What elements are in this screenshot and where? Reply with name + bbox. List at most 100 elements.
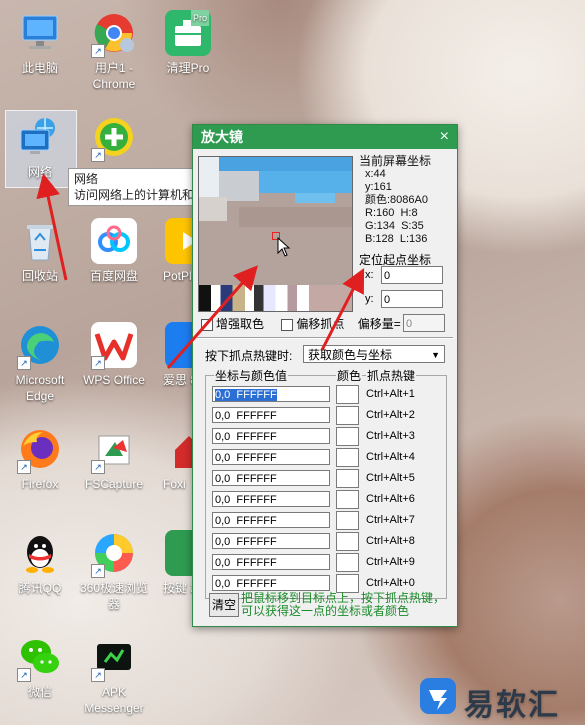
desktop-icon-apk-messenger[interactable]: ↗ APK Messenger	[79, 634, 149, 716]
coord-x: x:44	[365, 168, 386, 180]
origin-x-input[interactable]: 0	[381, 266, 443, 284]
shortcut-arrow-icon: ↗	[91, 44, 105, 58]
shortcut-arrow-icon: ↗	[91, 460, 105, 474]
slot-hotkey: Ctrl+Alt+3	[366, 430, 415, 442]
desktop-icon-label: 微信	[27, 685, 52, 699]
slot-color-swatch	[336, 553, 359, 572]
recycle-bin-icon	[17, 218, 63, 264]
coord-y: y:161	[365, 181, 392, 193]
desktop-icon-label: Firefox	[21, 477, 59, 491]
slot-value[interactable]: 0,0 FFFFFF	[212, 428, 330, 444]
slot-value-text: 0,0 FFFFFF	[215, 389, 277, 401]
tooltip-title: 网络	[74, 172, 99, 186]
hotkey-action-select[interactable]: 获取颜色与坐标 ▼	[303, 345, 445, 363]
slot-value[interactable]: 0,0 FFFFFF	[212, 491, 330, 507]
screen-coord-panel: 当前屏幕坐标 x:44 y:161 颜色:8086A0 R:160 H:8 G:…	[359, 155, 431, 246]
desktop-icon-label: APK Messenger	[84, 685, 144, 715]
slot-hotkey: Ctrl+Alt+9	[366, 556, 415, 568]
desktop-icon-edge[interactable]: ↗ Microsoft Edge	[5, 322, 75, 404]
slot-hotkey: Ctrl+Alt+0	[366, 577, 415, 589]
plus-app-icon: ↗	[91, 114, 137, 162]
slot-color-swatch	[336, 406, 359, 425]
desktop-icon-label: 百度网盘	[89, 269, 138, 283]
clear-button[interactable]: 清空	[209, 593, 239, 617]
slot-color-swatch	[336, 511, 359, 530]
slot-value[interactable]: 0,0 FFFFFF	[212, 533, 330, 549]
desktop-icon-label: 360极速浏览器	[79, 581, 149, 611]
desktop-icon-360-browser[interactable]: ↗ 360极速浏览器	[79, 530, 149, 612]
slot-hotkey: Ctrl+Alt+1	[366, 388, 415, 400]
this-pc-icon	[17, 10, 63, 56]
zoom-preview-sky-block	[295, 193, 335, 203]
hotkey-action-value: 获取颜色与坐标	[308, 348, 393, 362]
chrome-icon: ↗	[91, 10, 137, 58]
shortcut-arrow-icon: ↗	[17, 356, 31, 370]
slot-hotkey: Ctrl+Alt+2	[366, 409, 415, 421]
slot-value[interactable]: 0,0 FFFFFF	[212, 512, 330, 528]
desktop-icon-network[interactable]: 网络	[5, 114, 75, 180]
s-value: S:35	[401, 220, 424, 232]
slot-color-swatch	[336, 490, 359, 509]
origin-y-label: y:	[365, 293, 374, 305]
slot-value[interactable]: 0,0 FFFFFF	[212, 554, 330, 570]
offset-grab-checkbox[interactable]: 偏移抓点	[281, 317, 344, 331]
slot-value[interactable]: 0,0 FFFFFF	[212, 386, 330, 402]
shortcut-arrow-icon: ↗	[91, 668, 105, 682]
desktop-icon-qq[interactable]: 腾讯QQ	[5, 530, 75, 596]
desktop-icon-recycle-bin[interactable]: 回收站	[5, 218, 75, 284]
slot-color-swatch	[336, 469, 359, 488]
network-icon	[17, 114, 63, 160]
desktop-icon-wechat[interactable]: ↗ 微信	[5, 634, 75, 700]
desktop-icon-plus-app[interactable]: ↗	[79, 114, 149, 164]
desktop-icon-label: 清理Pro	[166, 61, 210, 75]
slot-color-swatch	[336, 385, 359, 404]
shortcut-arrow-icon: ↗	[91, 148, 105, 162]
enhance-color-checkbox[interactable]: 增强取色	[201, 317, 264, 331]
hint-text: 把鼠标移到目标点上，按下抓点热键， 可以获得这一点的坐标或者颜色	[241, 592, 445, 618]
slot-value[interactable]: 0,0 FFFFFF	[212, 575, 330, 591]
slot-value[interactable]: 0,0 FFFFFF	[212, 407, 330, 423]
zoom-preview-gray-block	[199, 197, 227, 221]
desktop-icon-baidu-netdisk[interactable]: 百度网盘	[79, 218, 149, 284]
rgb-g-s: G:134 S:35	[359, 220, 431, 233]
cursor-icon	[277, 237, 291, 257]
wps-office-icon: ↗	[91, 322, 137, 370]
desktop-icon-label: 腾讯QQ	[18, 581, 62, 595]
hint-line-2: 可以获得这一点的坐标或者颜色	[241, 604, 410, 618]
slot-color-swatch	[336, 427, 359, 446]
slot-value[interactable]: 0,0 FFFFFF	[212, 449, 330, 465]
desktop-icon-label: WPS Office	[83, 373, 145, 387]
enhance-color-label: 增强取色	[216, 317, 265, 331]
divider	[197, 337, 453, 339]
desktop-icon-chrome[interactable]: ↗ 用户1 - Chrome	[79, 10, 149, 92]
slot-value[interactable]: 0,0 FFFFFF	[212, 470, 330, 486]
zoom-preview-brown-block	[239, 207, 352, 227]
magnifier-window[interactable]: 放大镜 × 当前屏幕坐标 x:44 y:161 颜色:8086A0 R:160 …	[192, 124, 458, 627]
desktop-icon-cleaner-pro[interactable]: Pro 清理Pro	[153, 10, 223, 76]
zoom-preview-pixel-strip	[199, 285, 352, 311]
slot-color-swatch	[336, 532, 359, 551]
slot-hotkey: Ctrl+Alt+4	[366, 451, 415, 463]
offset-grab-label: 偏移抓点	[296, 317, 345, 331]
desktop-icon-this-pc[interactable]: 此电脑	[5, 10, 75, 76]
desktop-icon-wps[interactable]: ↗ WPS Office	[79, 322, 149, 388]
zoom-preview-brown-block	[199, 221, 352, 285]
shortcut-arrow-icon: ↗	[17, 460, 31, 474]
desktop-icon-label: 用户1 - Chrome	[92, 61, 136, 91]
slot-hotkey: Ctrl+Alt+6	[366, 493, 415, 505]
desktop-icon-label: 回收站	[21, 269, 58, 283]
h-value: H:8	[400, 207, 418, 219]
desktop-icon-fscapture[interactable]: ↗ FSCapture	[79, 426, 149, 492]
slot-hotkey: Ctrl+Alt+7	[366, 514, 415, 526]
offset-amount-label: 偏移量=	[357, 317, 401, 331]
title-bar[interactable]: 放大镜 ×	[193, 125, 457, 149]
cleaner-pro-icon: Pro	[165, 10, 211, 56]
origin-y-input[interactable]: 0	[381, 290, 443, 308]
offset-amount-input[interactable]: 0	[403, 314, 445, 332]
close-button[interactable]: ×	[440, 125, 449, 149]
baidu-netdisk-icon	[91, 218, 137, 264]
desktop-icon-firefox[interactable]: ↗ Firefox	[5, 426, 75, 492]
pro-badge: Pro	[190, 10, 209, 26]
g-value: G:134	[365, 220, 395, 232]
desktop-icon-label: Microsoft Edge	[15, 373, 65, 403]
